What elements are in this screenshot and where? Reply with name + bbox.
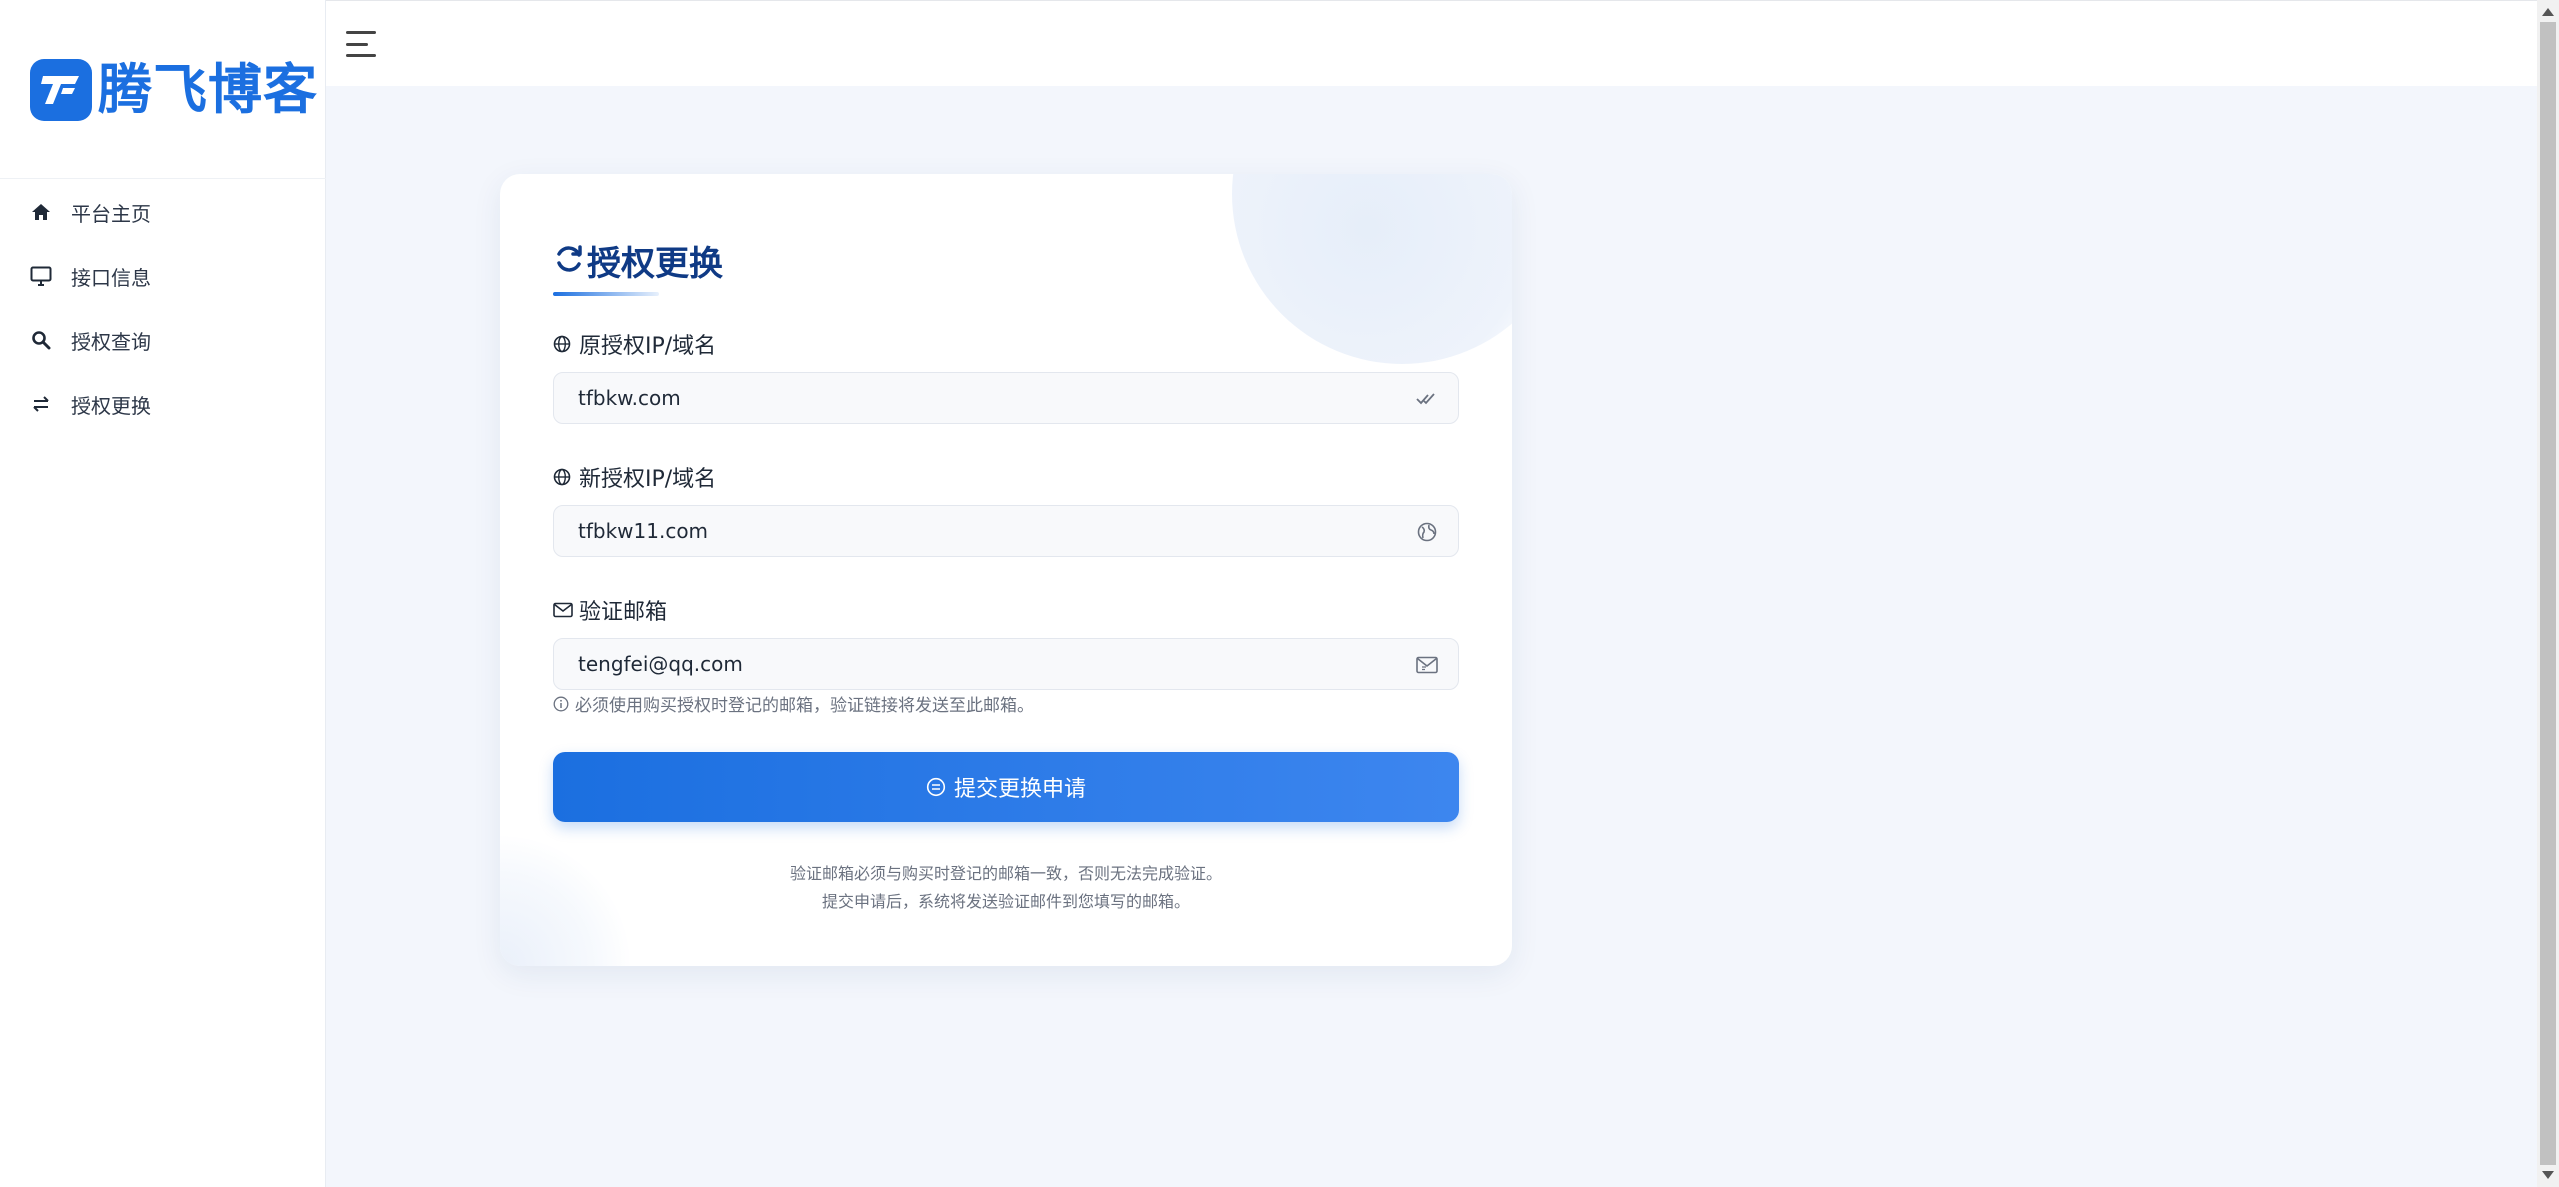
email-input[interactable] [554, 639, 1458, 689]
new-domain-label: 新授权IP/域名 [553, 461, 716, 493]
info-icon [553, 696, 569, 712]
globe-icon [553, 467, 573, 487]
sidebar-item-label: 授权查询 [71, 329, 151, 354]
sidebar-item-api-info[interactable]: 接口信息 [0, 244, 326, 308]
scroll-down-arrow-icon[interactable] [2542, 1171, 2554, 1179]
footnote-line-2: 提交申请后，系统将发送验证邮件到您填写的邮箱。 [821, 892, 1190, 911]
sidebar: 腾飞博客 平台主页 接口信息 授权查询 授权更换 [0, 0, 326, 1187]
sidebar-item-label: 接口信息 [71, 265, 151, 290]
swap-icon [30, 393, 52, 415]
page-title: 授权更换 [587, 244, 723, 284]
globe-icon [553, 334, 573, 354]
old-domain-label: 原授权IP/域名 [553, 328, 716, 360]
email-hint: 必须使用购买授权时登记的邮箱，验证链接将发送至此邮箱。 [553, 691, 1034, 716]
new-domain-input[interactable] [554, 506, 1458, 556]
brand-logo[interactable]: 腾飞博客 [30, 56, 318, 124]
submit-change-button[interactable]: 提交更换申请 [553, 752, 1459, 822]
logo-badge-icon [30, 59, 92, 121]
page-scrollbar[interactable] [2537, 0, 2559, 1187]
home-icon [30, 201, 52, 223]
brand-name: 腾飞博客 [98, 58, 318, 121]
check-double-icon [1416, 388, 1438, 410]
footnote-line-1: 验证邮箱必须与购买时登记的邮箱一致，否则无法完成验证。 [789, 864, 1222, 883]
monitor-icon [30, 265, 52, 287]
sidebar-item-home[interactable]: 平台主页 [0, 180, 326, 244]
sidebar-divider [0, 178, 326, 179]
scrollbar-thumb[interactable] [2540, 22, 2556, 1165]
card-title: 授权更换 [553, 236, 723, 285]
license-change-card: 授权更换 原授权IP/域名 新授权IP/域名 验证邮箱 [500, 174, 1512, 966]
sidebar-item-license-query[interactable]: 授权查询 [0, 308, 326, 372]
decorative-circle-top-right [1232, 174, 1512, 364]
title-underline [553, 292, 659, 296]
top-header [326, 0, 2537, 86]
submit-button-label: 提交更换申请 [953, 777, 1086, 802]
search-icon [30, 329, 52, 351]
old-domain-field[interactable] [553, 372, 1459, 424]
mail-icon [1416, 654, 1438, 676]
sidebar-item-label: 平台主页 [71, 201, 151, 226]
sidebar-item-license-change[interactable]: 授权更换 [0, 372, 326, 436]
email-field[interactable] [553, 638, 1459, 690]
mail-icon [553, 600, 573, 620]
sidebar-nav: 平台主页 接口信息 授权查询 授权更换 [0, 180, 326, 436]
globe-filled-icon [1416, 521, 1438, 543]
email-label: 验证邮箱 [553, 594, 667, 626]
hamburger-menu-icon[interactable] [346, 31, 376, 57]
old-domain-input[interactable] [554, 373, 1458, 423]
scroll-up-arrow-icon[interactable] [2542, 8, 2554, 16]
submit-icon [926, 777, 946, 797]
sidebar-item-label: 授权更换 [71, 393, 151, 418]
new-domain-field[interactable] [553, 505, 1459, 557]
refresh-icon [553, 243, 585, 279]
